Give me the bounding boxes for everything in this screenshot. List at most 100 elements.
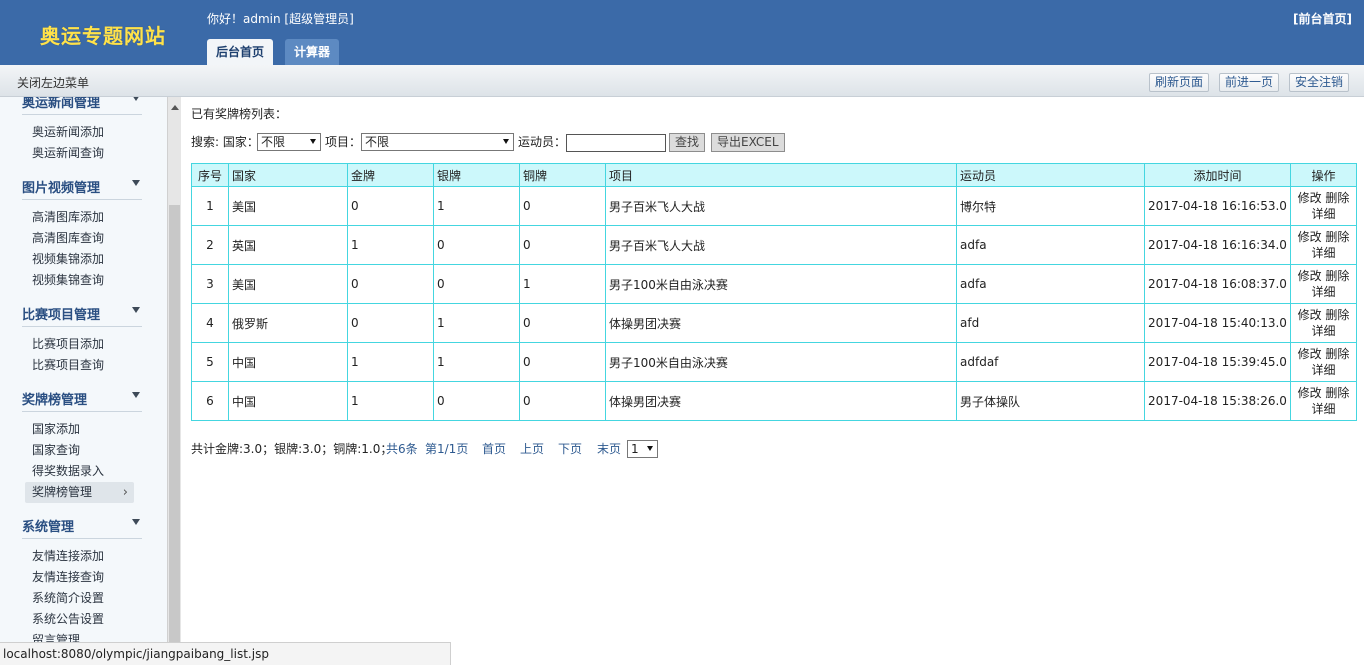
cell-bronze: 0 bbox=[519, 186, 606, 226]
page-select[interactable]: 1 bbox=[627, 440, 658, 458]
sidebar-section-medals[interactable]: 奖牌榜管理 bbox=[22, 382, 142, 412]
cell-country: 中国 bbox=[228, 342, 348, 382]
sidebar-item-event-add[interactable]: 比赛项目添加 bbox=[0, 334, 167, 355]
tab-calculator[interactable]: 计算器 bbox=[285, 39, 340, 65]
edit-link[interactable]: 修改 bbox=[1298, 269, 1322, 283]
cell-ops: 修改 删除详细 bbox=[1290, 303, 1357, 343]
cell-time: 2017-04-18 15:38:26.0 bbox=[1144, 381, 1291, 421]
sidebar-item-link-query[interactable]: 友情连接查询 bbox=[0, 567, 167, 588]
edit-link[interactable]: 修改 bbox=[1298, 230, 1322, 244]
col-header-event: 项目 bbox=[605, 163, 957, 187]
forward-button[interactable]: 前进一页 bbox=[1219, 73, 1280, 92]
cell-athlete: 博尔特 bbox=[956, 186, 1145, 226]
site-logo: 奥运专题网站 bbox=[40, 24, 166, 48]
refresh-button[interactable]: 刷新页面 bbox=[1149, 73, 1210, 92]
table-row: 5 中国 1 1 0 男子100米自由泳决赛 adfdaf 2017-04-18 15:39:… bbox=[191, 342, 1357, 382]
chevron-right-icon: › bbox=[122, 485, 128, 500]
tab-admin-home[interactable]: 后台首页 bbox=[207, 39, 274, 65]
sidebar-section-events[interactable]: 比赛项目管理 bbox=[22, 297, 142, 327]
event-select[interactable]: 不限 bbox=[361, 133, 514, 151]
detail-link[interactable]: 详细 bbox=[1311, 363, 1335, 377]
sidebar-item-event-query[interactable]: 比赛项目查询 bbox=[0, 355, 167, 376]
cell-country: 美国 bbox=[228, 264, 348, 304]
country-select[interactable]: 不限 bbox=[257, 133, 321, 151]
sidebar-item-medal-manage[interactable]: 奖牌榜管理 › bbox=[25, 482, 134, 503]
col-header-silver: 银牌 bbox=[433, 163, 520, 187]
page-info: 第1/1页 bbox=[425, 442, 469, 456]
sidebar-scrollbar[interactable] bbox=[167, 97, 181, 665]
cell-silver: 1 bbox=[433, 186, 520, 226]
cell-bronze: 1 bbox=[519, 264, 606, 304]
delete-link[interactable]: 删除 bbox=[1325, 269, 1349, 283]
sidebar-item-link-add[interactable]: 友情连接添加 bbox=[0, 546, 167, 567]
cell-bronze: 0 bbox=[519, 303, 606, 343]
chevron-down-icon bbox=[132, 519, 140, 525]
cell-silver: 0 bbox=[433, 381, 520, 421]
table-row: 6 中国 1 0 0 体操男团决赛 男子体操队 2017-04-18 15:38:26.0 修改… bbox=[191, 381, 1357, 421]
front-home-link[interactable]: [前台首页] bbox=[1293, 10, 1352, 27]
col-header-country: 国家 bbox=[228, 163, 348, 187]
cell-time: 2017-04-18 15:40:13.0 bbox=[1144, 303, 1291, 343]
edit-link[interactable]: 修改 bbox=[1298, 347, 1322, 361]
dropdown-arrow-icon bbox=[503, 139, 509, 144]
detail-link[interactable]: 详细 bbox=[1311, 285, 1335, 299]
delete-link[interactable]: 删除 bbox=[1325, 230, 1349, 244]
cell-no: 3 bbox=[191, 264, 229, 304]
sidebar-item-notice-setting[interactable]: 系统公告设置 bbox=[0, 609, 167, 630]
scrollbar-thumb[interactable] bbox=[169, 205, 180, 645]
sidebar-item-news-query[interactable]: 奥运新闻查询 bbox=[0, 143, 167, 164]
detail-link[interactable]: 详细 bbox=[1311, 324, 1335, 338]
cell-no: 1 bbox=[191, 186, 229, 226]
sidebar-item-award-entry[interactable]: 得奖数据录入 bbox=[0, 461, 167, 482]
sidebar-section-system[interactable]: 系统管理 bbox=[22, 509, 142, 539]
edit-link[interactable]: 修改 bbox=[1298, 191, 1322, 205]
scroll-up-arrow-icon[interactable] bbox=[171, 105, 179, 110]
cell-athlete: adfa bbox=[956, 264, 1145, 304]
edit-link[interactable]: 修改 bbox=[1298, 308, 1322, 322]
sidebar-item-intro-setting[interactable]: 系统简介设置 bbox=[0, 588, 167, 609]
detail-link[interactable]: 详细 bbox=[1311, 207, 1335, 221]
sidebar-item-video-query[interactable]: 视频集锦查询 bbox=[0, 270, 167, 291]
sidebar-section-title: 系统管理 bbox=[22, 520, 75, 535]
cell-ops: 修改 删除详细 bbox=[1290, 381, 1357, 421]
last-page-link[interactable]: 末页 bbox=[597, 439, 621, 459]
cell-country: 美国 bbox=[228, 186, 348, 226]
toolbar: 关闭左边菜单 刷新页面 前进一页 安全注销 bbox=[0, 65, 1364, 97]
export-excel-button[interactable]: 导出EXCEL bbox=[711, 133, 785, 152]
cell-no: 5 bbox=[191, 342, 229, 382]
prev-page-link[interactable]: 上页 bbox=[520, 439, 544, 459]
country-select-value: 不限 bbox=[261, 135, 286, 149]
search-button[interactable]: 查找 bbox=[669, 133, 706, 152]
cell-event: 体操男团决赛 bbox=[605, 303, 957, 343]
cell-time: 2017-04-18 16:08:37.0 bbox=[1144, 264, 1291, 304]
close-left-menu-link[interactable]: 关闭左边菜单 bbox=[17, 74, 89, 91]
sidebar-item-country-query[interactable]: 国家查询 bbox=[0, 440, 167, 461]
table-row: 3 美国 0 0 1 男子100米自由泳决赛 adfa 2017-04-18 16:08:37… bbox=[191, 264, 1357, 304]
col-header-no: 序号 bbox=[191, 163, 229, 187]
logout-button[interactable]: 安全注销 bbox=[1289, 73, 1350, 92]
sidebar-item-video-add[interactable]: 视频集锦添加 bbox=[0, 249, 167, 270]
delete-link[interactable]: 删除 bbox=[1325, 347, 1349, 361]
cell-silver: 0 bbox=[433, 225, 520, 265]
detail-link[interactable]: 详细 bbox=[1311, 246, 1335, 260]
delete-link[interactable]: 删除 bbox=[1325, 308, 1349, 322]
next-page-link[interactable]: 下页 bbox=[558, 439, 582, 459]
sidebar-item-gallery-add[interactable]: 高清图库添加 bbox=[0, 207, 167, 228]
search-event-label: 项目： bbox=[325, 135, 362, 149]
delete-link[interactable]: 删除 bbox=[1325, 191, 1349, 205]
cell-ops: 修改 删除详细 bbox=[1290, 186, 1357, 226]
cell-silver: 1 bbox=[433, 342, 520, 382]
sidebar-section-media[interactable]: 图片视频管理 bbox=[22, 170, 142, 200]
col-header-bronze: 铜牌 bbox=[519, 163, 606, 187]
sidebar-item-country-add[interactable]: 国家添加 bbox=[0, 419, 167, 440]
first-page-link[interactable]: 首页 bbox=[482, 439, 506, 459]
athlete-input[interactable] bbox=[566, 134, 666, 152]
delete-link[interactable]: 删除 bbox=[1325, 386, 1349, 400]
sidebar-item-news-add[interactable]: 奥运新闻添加 bbox=[0, 122, 167, 143]
sidebar-section-title: 图片视频管理 bbox=[22, 181, 101, 196]
edit-link[interactable]: 修改 bbox=[1298, 386, 1322, 400]
sidebar-item-gallery-query[interactable]: 高清图库查询 bbox=[0, 228, 167, 249]
sidebar-section-news[interactable]: 奥运新闻管理 bbox=[22, 97, 142, 115]
detail-link[interactable]: 详细 bbox=[1311, 402, 1335, 416]
user-greeting: 你好！admin [超级管理员] bbox=[207, 12, 354, 26]
